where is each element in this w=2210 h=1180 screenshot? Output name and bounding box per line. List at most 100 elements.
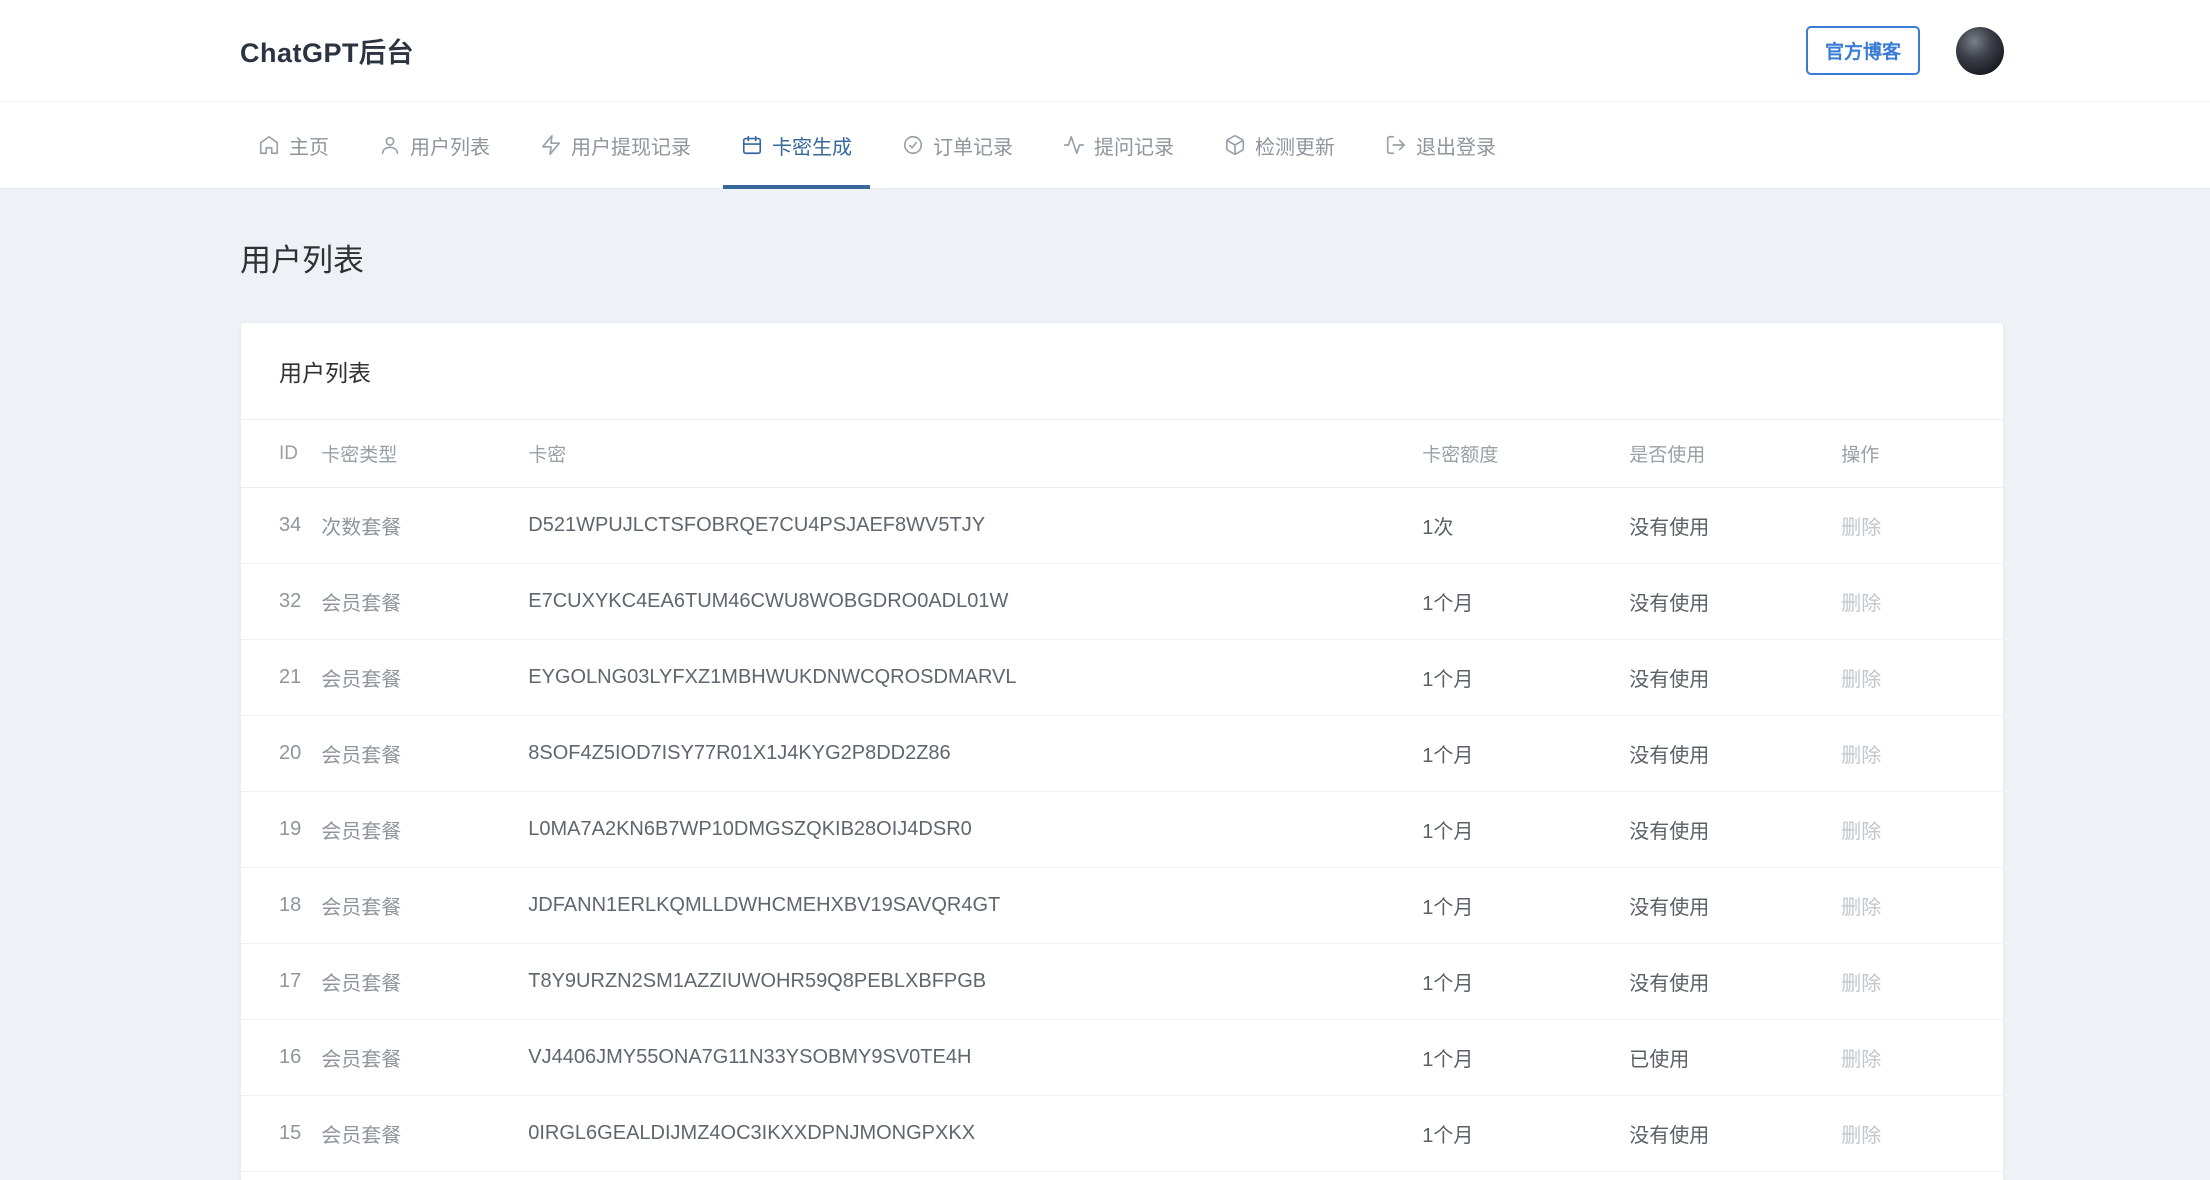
cell-action: 删除 xyxy=(1831,943,2003,1020)
cell-type: 会员套餐 xyxy=(311,791,519,868)
table-row: 20 会员套餐 8SOF4Z5IOD7ISY77R01X1J4KYG2P8DD2Z8… xyxy=(241,715,2003,792)
cell-action: 删除 xyxy=(1831,1095,2003,1172)
main-content: 用户列表 用户列表 ID 卡密类型 卡密 卡密额度 是否使用 操作 34 次数套餐 D521W… xyxy=(0,189,2210,1180)
nav-item-user-list[interactable]: 用户列表 xyxy=(361,102,508,188)
column-header: 操作 xyxy=(1831,420,2003,488)
delete-link[interactable]: 删除 xyxy=(1841,745,1881,767)
package-icon xyxy=(1224,134,1246,156)
cell-quota: 1个月 xyxy=(1412,715,1620,792)
cell-status: 没有使用 xyxy=(1619,1171,1832,1180)
delete-link[interactable]: 删除 xyxy=(1841,669,1881,691)
cell-key: T8Y9URZN2SM1AZZIUWOHR59Q8PEBLXBFPGB xyxy=(518,943,1413,1020)
activity-icon xyxy=(1063,134,1085,156)
cell-type: 会员套餐 xyxy=(311,1171,519,1180)
nav-item-check-update[interactable]: 检测更新 xyxy=(1206,102,1353,188)
table-row: 15 会员套餐 0IRGL6GEALDIJMZ4OC3IKXXDPNJMONGPXK… xyxy=(241,1095,2003,1172)
cell-action: 删除 xyxy=(1831,715,2003,792)
cell-status: 没有使用 xyxy=(1619,867,1832,944)
cell-status: 已使用 xyxy=(1619,1019,1832,1096)
cell-type: 会员套餐 xyxy=(311,943,519,1020)
cell-id: 32 xyxy=(241,563,312,640)
page-title: 用户列表 xyxy=(240,243,364,278)
cell-status: 没有使用 xyxy=(1619,639,1832,716)
cell-status: 没有使用 xyxy=(1619,487,1832,564)
table-row: 17 会员套餐 T8Y9URZN2SM1AZZIUWOHR59Q8PEBLXBFPG… xyxy=(241,943,2003,1020)
column-header: 卡密类型 xyxy=(311,420,519,488)
cell-key: 8SOF4Z5IOD7ISY77R01X1J4KYG2P8DD2Z86 xyxy=(518,715,1413,792)
cell-action: 删除 xyxy=(1831,867,2003,944)
cell-key: EYGOLNG03LYFXZ1MBHWUKDNWCQROSDMARVL xyxy=(518,639,1413,716)
nav-item-label: 提问记录 xyxy=(1094,136,1174,159)
cell-key: JDFANN1ERLKQMLLDWHCMEHXBV19SAVQR4GT xyxy=(518,867,1413,944)
table-row: 16 会员套餐 VJ4406JMY55ONA7G11N33YSOBMY9SV0TE4… xyxy=(241,1019,2003,1096)
nav-item-label: 卡密生成 xyxy=(772,136,852,159)
delete-link[interactable]: 删除 xyxy=(1841,973,1881,995)
delete-link[interactable]: 删除 xyxy=(1841,1125,1881,1147)
nav-item-label: 主页 xyxy=(289,136,329,159)
cell-key: VJ4406JMY55ONA7G11N33YSOBMY9SV0TE4H xyxy=(518,1019,1413,1096)
table-row: 19 会员套餐 L0MA7A2KN6B7WP10DMGSZQKIB28OIJ4DSR… xyxy=(241,791,2003,868)
user-avatar[interactable] xyxy=(1956,26,2004,75)
zap-icon xyxy=(540,134,562,156)
nav-item-label: 用户提现记录 xyxy=(571,136,691,159)
cell-quota: 1个月 xyxy=(1412,1171,1620,1180)
cell-action: 删除 xyxy=(1831,639,2003,716)
column-header: 是否使用 xyxy=(1619,420,1832,488)
nav-item-home[interactable]: 主页 xyxy=(240,102,347,188)
cell-type: 会员套餐 xyxy=(311,1095,519,1172)
app-title: ChatGPT后台 xyxy=(240,38,415,68)
logout-icon xyxy=(1385,134,1407,156)
delete-link[interactable]: 删除 xyxy=(1841,1049,1881,1071)
cell-id: 16 xyxy=(241,1019,312,1096)
cell-id: 15 xyxy=(241,1095,312,1172)
cell-key: D521WPUJLCTSFOBRQE7CU4PSJAEF8WV5TJY xyxy=(518,487,1413,564)
delete-link[interactable]: 删除 xyxy=(1841,897,1881,919)
nav-item-order-records[interactable]: 订单记录 xyxy=(884,102,1031,188)
nav-item-label: 订单记录 xyxy=(933,136,1013,159)
column-header: ID xyxy=(241,420,312,488)
cell-id: 34 xyxy=(241,487,312,564)
delete-link[interactable]: 删除 xyxy=(1841,517,1881,539)
cell-status: 没有使用 xyxy=(1619,791,1832,868)
calendar-icon xyxy=(741,134,763,156)
home-icon xyxy=(258,134,280,156)
user-icon xyxy=(379,134,401,156)
cell-type: 会员套餐 xyxy=(311,715,519,792)
cell-quota: 1个月 xyxy=(1412,1095,1620,1172)
table-row: 18 会员套餐 JDFANN1ERLKQMLLDWHCMEHXBV19SAVQR4G… xyxy=(241,867,2003,944)
table-row: 32 会员套餐 E7CUXYKC4EA6TUM46CWU8WOBGDRO0ADL01… xyxy=(241,563,2003,640)
delete-link[interactable]: 删除 xyxy=(1841,593,1881,615)
cell-id: 19 xyxy=(241,791,312,868)
delete-link[interactable]: 删除 xyxy=(1841,821,1881,843)
cell-status: 没有使用 xyxy=(1619,563,1832,640)
nav-item-logout[interactable]: 退出登录 xyxy=(1367,102,1514,188)
cell-quota: 1个月 xyxy=(1412,791,1620,868)
cell-key: E7CUXYKC4EA6TUM46CWU8WOBGDRO0ADL01W xyxy=(518,563,1413,640)
cell-key: L0MA7A2KN6B7WP10DMGSZQKIB28OIJ4DSR0 xyxy=(518,791,1413,868)
cell-action: 删除 xyxy=(1831,1171,2003,1180)
cell-action: 删除 xyxy=(1831,791,2003,868)
cell-status: 没有使用 xyxy=(1619,1095,1832,1172)
cell-quota: 1个月 xyxy=(1412,867,1620,944)
cell-quota: 1个月 xyxy=(1412,1019,1620,1096)
nav-item-withdraw-records[interactable]: 用户提现记录 xyxy=(522,102,709,188)
cell-quota: 1个月 xyxy=(1412,943,1620,1020)
card-key-table: ID 卡密类型 卡密 卡密额度 是否使用 操作 34 次数套餐 D521WPUJLCTSFOB… xyxy=(241,420,2003,1180)
cell-key: 0IRGL6GEALDIJMZ4OC3IKXXDPNJMONGPXKX xyxy=(518,1095,1413,1172)
cell-quota: 1次 xyxy=(1412,487,1620,564)
cell-quota: 1个月 xyxy=(1412,639,1620,716)
column-header: 卡密额度 xyxy=(1412,420,1620,488)
cell-id: 17 xyxy=(241,943,312,1020)
table-row: 21 会员套餐 EYGOLNG03LYFXZ1MBHWUKDNWCQROSDMARV… xyxy=(241,639,2003,716)
card-header: 用户列表 xyxy=(241,323,2003,420)
table-header-row: ID 卡密类型 卡密 卡密额度 是否使用 操作 xyxy=(241,420,2003,488)
column-header: 卡密 xyxy=(518,420,1413,488)
official-blog-button[interactable]: 官方博客 xyxy=(1805,26,1920,75)
cell-quota: 1个月 xyxy=(1412,563,1620,640)
nav-item-card-key-generate[interactable]: 卡密生成 xyxy=(723,102,870,189)
cell-type: 会员套餐 xyxy=(311,1019,519,1096)
nav-item-question-records[interactable]: 提问记录 xyxy=(1045,102,1192,188)
main-nav: 主页 用户列表 用户提现记录 卡密生成 订单记录 提问记录 检测更新 退出登录 xyxy=(0,101,2210,189)
cell-type: 会员套餐 xyxy=(311,563,519,640)
cell-id: 21 xyxy=(241,639,312,716)
